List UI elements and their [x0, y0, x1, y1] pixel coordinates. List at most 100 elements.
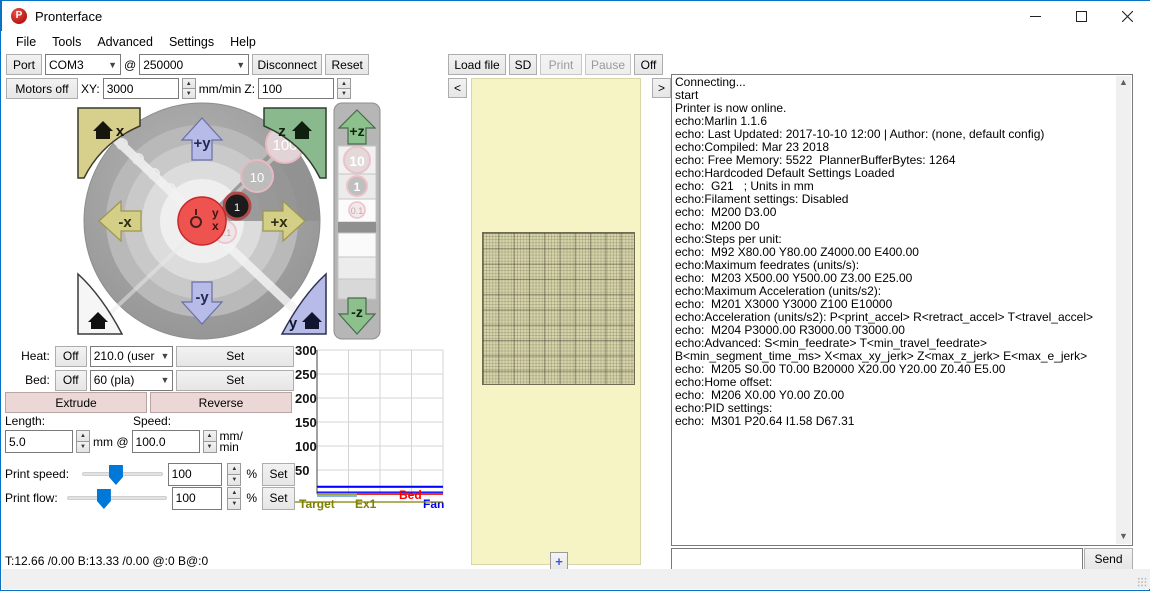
extruder-off-button[interactable]: Off — [54, 345, 87, 367]
port-select[interactable]: COM3 ▼ — [45, 54, 121, 75]
print-button[interactable]: Print — [540, 54, 582, 75]
print-bed-preview[interactable] — [471, 78, 641, 565]
legend-target: Target — [299, 497, 335, 511]
extrude-length-stepper[interactable]: ▲ ▼ — [76, 430, 90, 453]
stepper-down-icon[interactable]: ▼ — [227, 497, 242, 510]
reset-button[interactable]: Reset — [325, 54, 370, 75]
legend-fan: Fan — [423, 497, 444, 511]
console-line: echo:Steps per unit: — [675, 231, 782, 246]
command-input[interactable] — [671, 548, 1083, 570]
slider-thumb[interactable] — [108, 465, 123, 485]
baudrate-select[interactable]: 250000 ▼ — [139, 54, 250, 75]
console-line: echo: M200 D0 — [675, 218, 760, 233]
at-symbol: @ — [124, 57, 137, 72]
extrude-button[interactable]: Extrude — [5, 392, 147, 413]
console-line: echo: M201 X3000 Y3000 Z100 E10000 — [675, 296, 893, 311]
slider-thumb[interactable] — [96, 489, 111, 509]
menu-file[interactable]: File — [8, 33, 44, 51]
stepper-up-icon[interactable]: ▲ — [227, 462, 242, 474]
print-speed-percent: % — [246, 467, 257, 481]
window-title: Pronterface — [35, 8, 103, 24]
print-toolbar: Load file SD Print Pause Off — [448, 54, 663, 75]
scroll-down-icon[interactable]: ▼ — [1119, 530, 1128, 544]
print-flow-label: Print flow: — [5, 491, 58, 505]
send-button[interactable]: Send — [1084, 548, 1133, 570]
extruder-heat-row: Heat: Off 210.0 (user ▼ Set — [2, 344, 294, 368]
maximize-button[interactable] — [1058, 1, 1104, 31]
pronterface-window: Pronterface File Tools Advanced Settings… — [0, 0, 1150, 591]
console-log[interactable]: Connecting... start Printer is now online.… — [671, 74, 1133, 546]
y-tick-300: 300 — [295, 343, 317, 358]
jog-step-1: 1 — [234, 202, 240, 214]
port-button[interactable]: Port — [6, 54, 42, 75]
speed-units-label: mm/ min — [219, 428, 243, 454]
svg-text:x: x — [116, 123, 125, 140]
menu-advanced[interactable]: Advanced — [89, 33, 161, 51]
command-row: Send — [671, 548, 1133, 570]
temperature-graph[interactable]: 50 100 150 200 250 300 Target Ex1 Bed Fan — [295, 342, 445, 522]
menu-help[interactable]: Help — [222, 33, 264, 51]
stepper-down-icon[interactable]: ▼ — [202, 441, 217, 453]
menu-settings[interactable]: Settings — [161, 33, 222, 51]
bed-set-button[interactable]: Set — [176, 369, 294, 391]
bed-heat-label: Bed: — [25, 373, 50, 387]
console-line: echo: M204 P3000.00 R3000.00 T3000.00 — [675, 322, 905, 337]
console-line: echo:Advanced: S<min_feedrate> T<min_tra… — [675, 335, 1088, 363]
stepper-up-icon[interactable]: ▲ — [202, 430, 217, 441]
stepper-down-icon[interactable]: ▼ — [76, 441, 90, 453]
temperature-controls: Heat: Off 210.0 (user ▼ Set Bed: Off 60 … — [2, 344, 294, 392]
pause-button[interactable]: Pause — [585, 54, 631, 75]
stepper-up-icon[interactable]: ▲ — [181, 78, 196, 88]
print-speed-input[interactable]: 100 — [167, 462, 223, 486]
y-tick-50: 50 — [295, 463, 309, 478]
y-tick-150: 150 — [295, 415, 317, 430]
stepper-up-icon[interactable]: ▲ — [227, 486, 242, 498]
legend-bed: Bed — [399, 488, 422, 502]
stepper-up-icon[interactable]: ▲ — [337, 78, 352, 88]
print-speed-stepper[interactable]: ▲ ▼ — [227, 462, 242, 486]
bed-off-button[interactable]: Off — [54, 369, 87, 391]
print-flow-input[interactable]: 100 — [171, 486, 223, 510]
length-label: Length: — [5, 414, 46, 428]
svg-text:x: x — [212, 219, 219, 233]
xy-feedrate-label: XY: — [81, 81, 100, 96]
collapse-left-pane-button[interactable]: < — [448, 78, 467, 98]
load-file-button[interactable]: Load file — [448, 54, 506, 75]
console-lines: Connecting... start Printer is now online.… — [675, 75, 1129, 429]
extruder-temp-select[interactable]: 210.0 (user ▼ — [89, 345, 174, 367]
title-bar: Pronterface — [1, 0, 1150, 31]
collapse-right-pane-button[interactable]: > — [652, 78, 671, 98]
console-line: echo: M301 P20.64 I1.58 D67.31 — [675, 414, 855, 429]
off-button[interactable]: Off — [634, 54, 663, 75]
bed-temp-select[interactable]: 60 (pla) ▼ — [89, 369, 174, 391]
bed-grid — [482, 232, 635, 385]
extrude-speed-input[interactable]: 100.0 — [131, 430, 200, 453]
print-flow-set-button[interactable]: Set — [262, 486, 296, 510]
extrude-length-input[interactable]: 5.0 — [5, 430, 73, 453]
disconnect-button[interactable]: Disconnect — [252, 54, 323, 75]
print-flow-stepper[interactable]: ▲ ▼ — [227, 486, 242, 510]
print-speed-slider[interactable] — [81, 465, 163, 485]
stepper-up-icon[interactable]: ▲ — [76, 430, 90, 441]
scroll-up-icon[interactable]: ▲ — [1119, 76, 1128, 90]
pronterface-logo-icon — [11, 8, 27, 24]
feedrate-units-label: mm/min — [198, 81, 242, 96]
print-speed-set-button[interactable]: Set — [262, 462, 295, 486]
add-object-button[interactable]: + — [550, 552, 568, 570]
z-jog-slider[interactable]: +z 10 1 0.1 -z — [333, 102, 381, 340]
speed-label: Speed: — [133, 414, 172, 428]
menu-tools[interactable]: Tools — [44, 33, 89, 51]
y-tick-250: 250 — [295, 367, 317, 382]
minimize-button[interactable] — [1012, 1, 1058, 31]
sd-button[interactable]: SD — [509, 54, 537, 75]
extrude-speed-stepper[interactable]: ▲ ▼ — [202, 430, 217, 453]
close-button[interactable] — [1104, 1, 1150, 31]
resize-grip[interactable] — [1137, 577, 1147, 587]
extruder-set-button[interactable]: Set — [176, 345, 294, 367]
reverse-button[interactable]: Reverse — [150, 392, 292, 413]
chevron-down-icon: ▼ — [160, 375, 170, 385]
print-flow-slider[interactable] — [66, 489, 167, 509]
console-scrollbar[interactable]: ▲ ▼ — [1116, 76, 1131, 544]
connection-toolbar: Port COM3 ▼ @ 250000 ▼ Disconnect Reset — [6, 54, 370, 75]
stepper-down-icon[interactable]: ▼ — [227, 473, 242, 486]
